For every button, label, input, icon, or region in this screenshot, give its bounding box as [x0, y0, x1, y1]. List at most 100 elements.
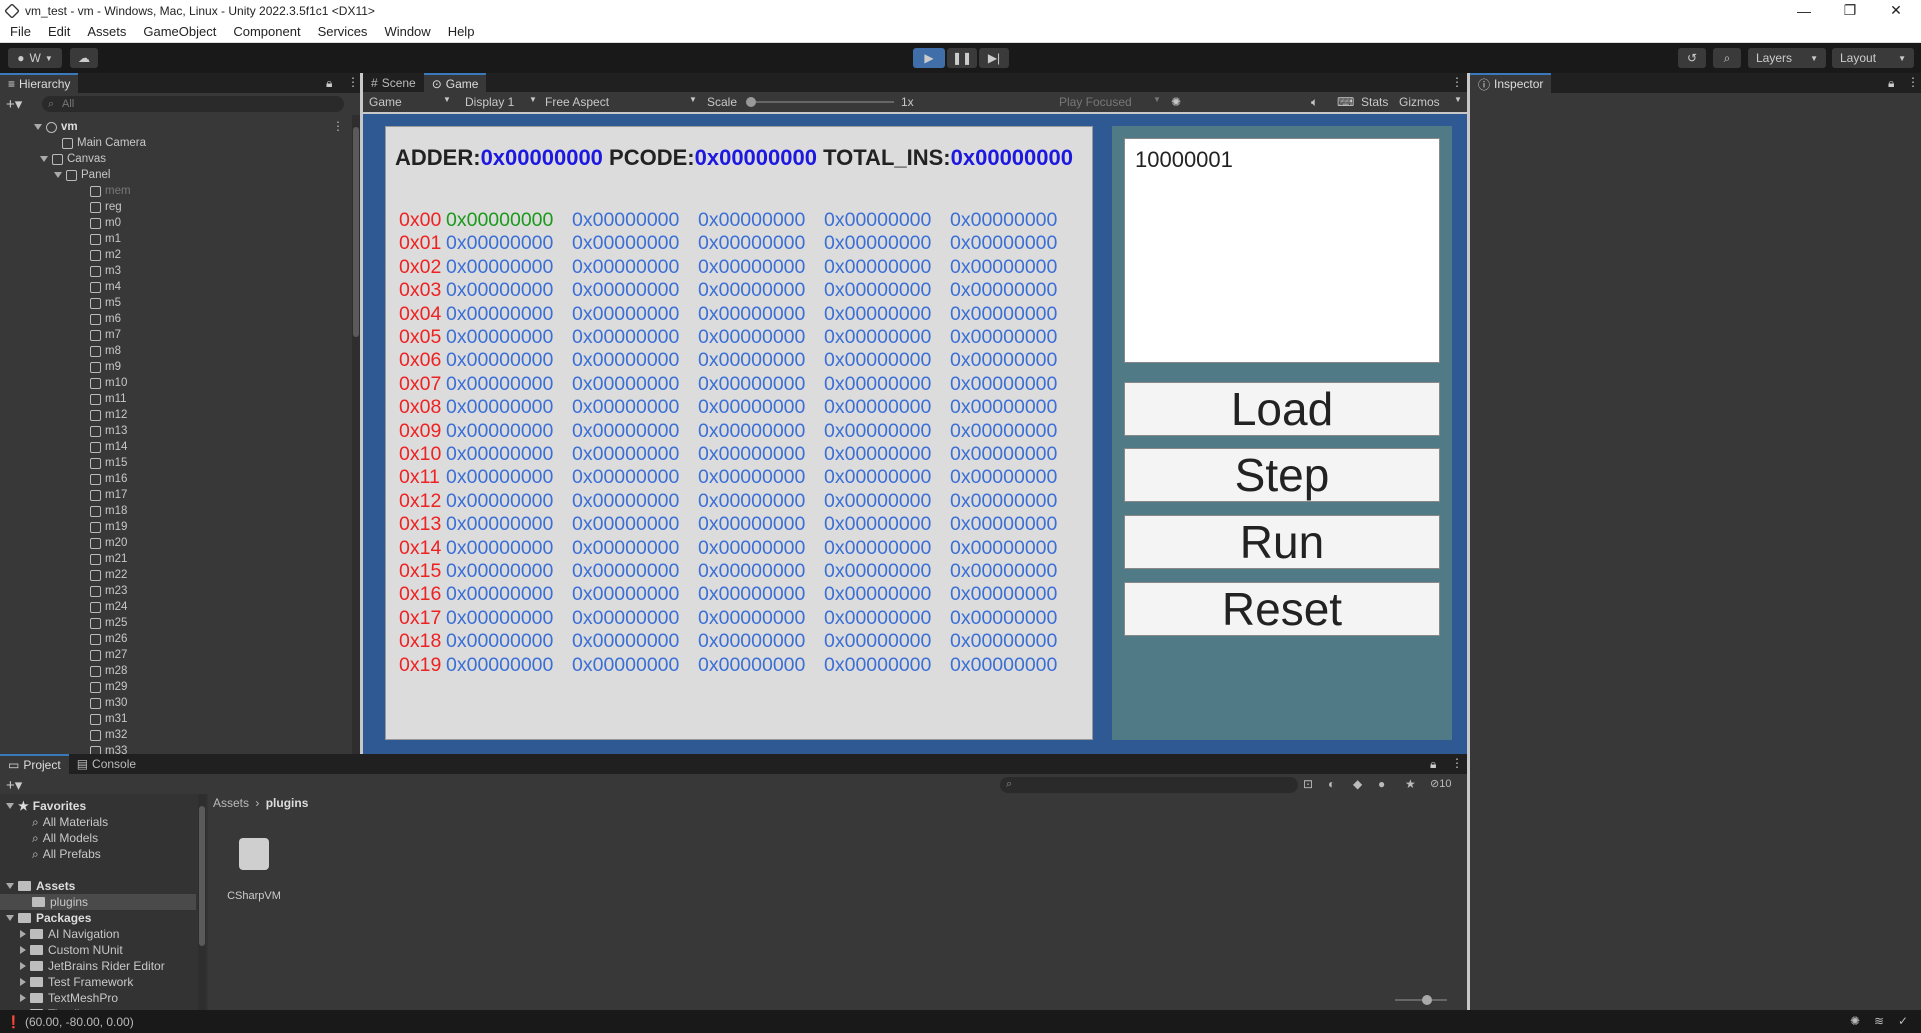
load-button[interactable]: Load: [1124, 382, 1440, 436]
hierarchy-scrollbar[interactable]: [352, 115, 360, 754]
kebab-menu-icon[interactable]: ⋮: [347, 75, 359, 89]
hierarchy-item[interactable]: m12: [90, 407, 127, 423]
breadcrumb-plugins[interactable]: plugins: [266, 796, 309, 810]
menu-help[interactable]: Help: [438, 24, 482, 39]
stats-button[interactable]: Stats: [1361, 95, 1388, 109]
maximize-icon[interactable]: ❐: [1828, 0, 1872, 21]
star-icon[interactable]: ★: [1405, 777, 1416, 791]
step-frame-button[interactable]: ▶|: [979, 48, 1009, 68]
hierarchy-item[interactable]: m18: [90, 503, 127, 519]
menu-component[interactable]: Component: [223, 24, 307, 39]
hierarchy-item[interactable]: m2: [90, 247, 121, 263]
expand-icon[interactable]: [34, 124, 42, 130]
hierarchy-item[interactable]: m31: [90, 711, 127, 727]
hierarchy-item[interactable]: m5: [90, 295, 121, 311]
breadcrumb-assets[interactable]: Assets: [213, 796, 249, 810]
kebab-menu-icon[interactable]: ⋮: [1451, 75, 1463, 89]
tab-game[interactable]: ⊙ Game: [423, 73, 487, 93]
minimize-icon[interactable]: —: [1782, 0, 1826, 21]
tab-inspector[interactable]: ⓘ Inspector: [1470, 73, 1552, 93]
game-mode-dropdown[interactable]: Game: [369, 95, 402, 109]
kebab-menu-icon[interactable]: ⋮: [1451, 756, 1463, 770]
run-button[interactable]: Run: [1124, 515, 1440, 569]
expand-icon[interactable]: [20, 930, 26, 938]
hierarchy-item[interactable]: m13: [90, 423, 127, 439]
display-dropdown[interactable]: Display 1: [465, 95, 514, 109]
filter-type-icon[interactable]: ◐: [1328, 777, 1335, 791]
history-button[interactable]: ↺: [1678, 48, 1706, 68]
aspect-dropdown[interactable]: Free Aspect: [545, 95, 609, 109]
warning-icon[interactable]: ●: [1378, 777, 1385, 791]
favorite-item[interactable]: ⌕ All Materials: [32, 814, 108, 830]
tab-console[interactable]: ▤ Console: [69, 754, 144, 774]
hierarchy-item[interactable]: m14: [90, 439, 127, 455]
hierarchy-item[interactable]: Canvas: [40, 151, 106, 167]
favorites-group[interactable]: ★ Favorites: [6, 798, 86, 814]
hierarchy-item[interactable]: m17: [90, 487, 127, 503]
project-tree-scrollbar[interactable]: [198, 794, 206, 1010]
expand-icon[interactable]: [6, 915, 14, 921]
packages-group[interactable]: Packages: [6, 910, 91, 926]
gizmos-button[interactable]: Gizmos: [1399, 95, 1440, 109]
expand-icon[interactable]: [6, 803, 14, 809]
scrollbar-thumb[interactable]: [199, 806, 205, 946]
hierarchy-item[interactable]: Main Camera: [62, 135, 146, 151]
lock-icon[interactable]: 🔒︎: [326, 76, 332, 91]
hierarchy-item[interactable]: m10: [90, 375, 127, 391]
hierarchy-item[interactable]: m3: [90, 263, 121, 279]
hierarchy-item[interactable]: m16: [90, 471, 127, 487]
lock-icon[interactable]: 🔒︎: [1888, 76, 1894, 91]
expand-icon[interactable]: [54, 172, 62, 178]
package-item[interactable]: TextMeshPro: [20, 990, 118, 1006]
label-icon[interactable]: ◆: [1353, 777, 1362, 791]
kebab-menu-icon[interactable]: ⋮: [332, 119, 344, 133]
hidden-packages-toggle[interactable]: ⊘10: [1430, 777, 1451, 790]
menu-gameobject[interactable]: GameObject: [133, 24, 223, 39]
project-search-input[interactable]: ⌕: [1000, 777, 1298, 793]
audio-icon[interactable]: 🔈︎: [1311, 95, 1318, 110]
hierarchy-item[interactable]: m19: [90, 519, 127, 535]
pause-button[interactable]: ❚❚: [947, 48, 977, 68]
hierarchy-item[interactable]: m27: [90, 647, 127, 663]
file-csharpvm[interactable]: [228, 834, 280, 884]
hierarchy-item[interactable]: m6: [90, 311, 121, 327]
bug-icon[interactable]: ✺: [1171, 95, 1181, 109]
slider-handle[interactable]: [746, 97, 756, 107]
tab-project[interactable]: ▭ Project: [0, 754, 69, 774]
expand-icon[interactable]: [20, 994, 26, 1002]
menu-edit[interactable]: Edit: [38, 24, 77, 39]
menu-file[interactable]: File: [0, 24, 38, 39]
create-button[interactable]: +▾: [6, 776, 22, 794]
hierarchy-search-input[interactable]: ⌕ All: [42, 96, 344, 112]
favorite-item[interactable]: ⌕ All Prefabs: [32, 846, 101, 862]
hierarchy-item[interactable]: m32: [90, 727, 127, 743]
hierarchy-item[interactable]: m20: [90, 535, 127, 551]
close-icon[interactable]: ✕: [1874, 0, 1918, 21]
account-button[interactable]: ● W ▼: [8, 48, 62, 68]
layers-stack-icon[interactable]: ≋: [1874, 1014, 1884, 1028]
hierarchy-item[interactable]: m8: [90, 343, 121, 359]
menu-assets[interactable]: Assets: [77, 24, 133, 39]
hierarchy-item[interactable]: m22: [90, 567, 127, 583]
layout-dropdown[interactable]: Layout ▼: [1832, 48, 1914, 68]
hierarchy-item[interactable]: Panel: [54, 167, 110, 183]
scale-slider[interactable]: [746, 97, 894, 107]
program-input[interactable]: 10000001: [1124, 138, 1440, 363]
search-scope-icon[interactable]: ⊡: [1303, 777, 1313, 791]
hierarchy-item[interactable]: m23: [90, 583, 127, 599]
menu-services[interactable]: Services: [308, 24, 375, 39]
hierarchy-item[interactable]: m9: [90, 359, 121, 375]
hierarchy-item[interactable]: m24: [90, 599, 127, 615]
keyboard-icon[interactable]: ⌨: [1337, 95, 1354, 109]
expand-icon[interactable]: [20, 946, 26, 954]
expand-icon[interactable]: [6, 883, 14, 889]
hierarchy-root[interactable]: vm: [34, 119, 78, 135]
check-icon[interactable]: ✓: [1898, 1014, 1908, 1028]
expand-icon[interactable]: [20, 978, 26, 986]
assets-group[interactable]: Assets: [6, 878, 75, 894]
hierarchy-item[interactable]: m11: [90, 391, 127, 407]
hierarchy-item[interactable]: reg: [90, 199, 122, 215]
hierarchy-item[interactable]: mem: [90, 183, 131, 199]
package-item[interactable]: Custom NUnit: [20, 942, 123, 958]
hierarchy-item[interactable]: m15: [90, 455, 127, 471]
